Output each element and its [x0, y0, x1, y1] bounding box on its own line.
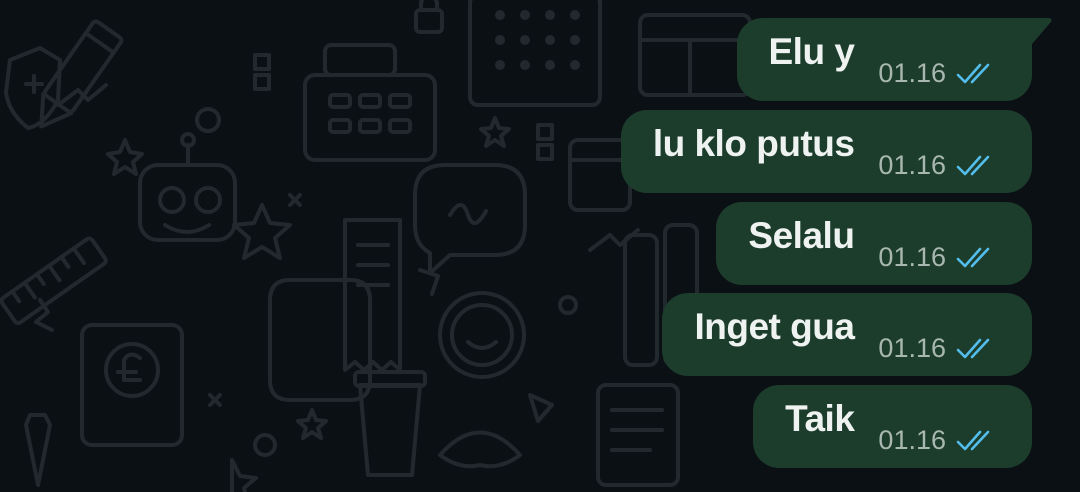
outgoing-message-bubble[interactable]: Taik 01.16 [753, 385, 1032, 468]
message-text: Inget gua [694, 305, 855, 347]
message-text: lu klo putus [652, 122, 855, 164]
message-text: Selalu [748, 214, 855, 256]
double-check-icon [956, 247, 990, 267]
double-check-icon [956, 338, 990, 358]
message-text: Taik [785, 397, 855, 439]
bubble-tail [1024, 18, 1052, 44]
outgoing-message-bubble[interactable]: Elu y 01.16 [736, 18, 1052, 101]
chat-view: Elu y 01.16 lu klo putus 01.16 Selalu 01… [0, 0, 1080, 492]
message-time: 01.16 [878, 150, 946, 180]
outgoing-message-bubble[interactable]: Inget gua 01.16 [662, 293, 1032, 376]
message-meta: 01.16 [878, 58, 1000, 89]
message-time: 01.16 [878, 333, 946, 363]
outgoing-message-bubble[interactable]: Selalu 01.16 [716, 202, 1032, 285]
double-check-icon [956, 430, 990, 450]
message-meta: 01.16 [878, 425, 1000, 456]
message-meta: 01.16 [878, 333, 1000, 364]
message-time: 01.16 [878, 242, 946, 272]
message-time: 01.16 [878, 425, 946, 455]
message-meta: 01.16 [878, 242, 1000, 273]
message-meta: 01.16 [878, 150, 1000, 181]
double-check-icon [956, 63, 990, 83]
message-time: 01.16 [878, 58, 946, 88]
outgoing-message-bubble[interactable]: lu klo putus 01.16 [620, 110, 1032, 193]
double-check-icon [956, 155, 990, 175]
message-text: Elu y [768, 30, 855, 72]
